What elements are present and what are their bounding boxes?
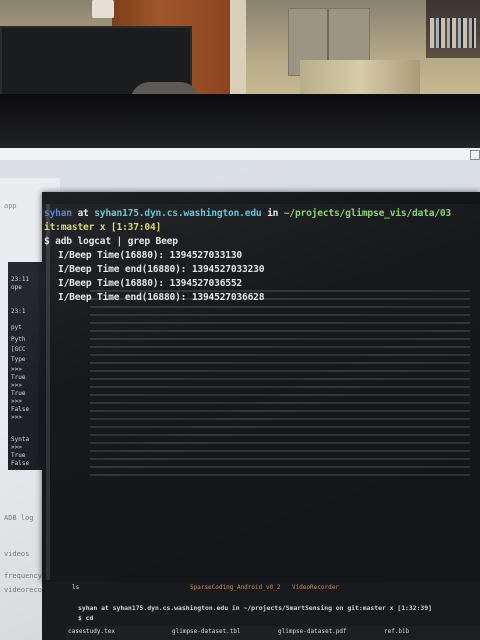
door-frame: [230, 0, 246, 96]
file-item[interactable]: glimpse-dataset.pdf: [278, 628, 347, 635]
bottom-prompt: syhan at syhan175.dyn.cs.washington.edu …: [78, 604, 432, 612]
side-terminal-line: 23:11: [11, 276, 30, 283]
prompt-line: syhan at syhan175.dyn.cs.washington.edu …: [44, 208, 451, 219]
terminal-tab-bar: ls SparseCoding_Android_v0_2 VideoRecord…: [70, 584, 480, 594]
bookshelf: [426, 0, 480, 58]
log-line: I/Beep Time end(16880): 1394527036628: [58, 292, 265, 303]
tab-sparsecoding[interactable]: SparseCoding_Android_v0_2: [190, 584, 280, 591]
side-terminal-line: Pyth: [11, 336, 26, 343]
doc-fragment: frequency: [4, 572, 42, 580]
side-terminal-line: >>>: [11, 398, 22, 405]
reflected-text: [90, 290, 470, 480]
window-control-icon[interactable]: [470, 150, 480, 160]
file-list: casestudy.tex glimpse-dataset.tbl glimps…: [66, 626, 480, 640]
side-terminal-line: False: [11, 406, 30, 413]
monitor-bezel: [0, 94, 480, 154]
side-terminal-line: [GCC: [11, 346, 26, 353]
side-terminal-line: >>>: [11, 468, 22, 475]
prompt-in: in: [267, 208, 279, 219]
side-terminal-line: False: [11, 460, 30, 467]
file-item[interactable]: casestudy.tex: [68, 628, 115, 635]
side-terminal-line: 23:1: [11, 308, 26, 315]
log-line: I/Beep Time(16880): 1394527033130: [58, 250, 243, 261]
doc-fragment: videorecor: [4, 586, 47, 594]
photo-scene: app ADB log videos frequency videorecor …: [0, 0, 480, 640]
side-terminal-line: Type: [11, 356, 26, 363]
side-terminal-line: True: [11, 374, 26, 381]
doc-fragment: videos: [4, 550, 30, 558]
terminal-scrollbar[interactable]: [46, 204, 50, 580]
side-terminal-line: >>>: [11, 366, 22, 373]
mug: [92, 0, 114, 18]
side-terminal-line: pyt: [11, 324, 22, 331]
desk-clutter: [300, 60, 420, 96]
prompt-at: at: [77, 208, 89, 219]
command-line: $ adb logcat | grep Beep: [44, 236, 178, 247]
terminal-titlebar[interactable]: [42, 192, 480, 204]
prompt-user: syhan: [44, 208, 72, 219]
log-line: I/Beep Time end(16880): 1394527033230: [58, 264, 265, 275]
menu-bar: [0, 148, 480, 160]
doc-fragment: app: [4, 202, 17, 210]
side-terminal-line: >>>: [11, 414, 22, 421]
tab-ls[interactable]: ls: [72, 584, 79, 591]
bottom-command: $ cd: [78, 614, 94, 622]
side-terminal-line: >>>: [11, 382, 22, 389]
prompt-path: ~/projects/glimpse_vis/data/03: [283, 208, 452, 219]
side-terminal-line: Synta: [11, 436, 30, 443]
side-terminal-line: >>>: [11, 444, 22, 451]
file-item[interactable]: glimpse-dataset.tbl: [172, 628, 241, 635]
tab-videorecorder[interactable]: VideoRecorder: [292, 584, 339, 591]
log-line: I/Beep Time(16880): 1394527036552: [58, 278, 243, 289]
side-terminal-line: ope: [11, 284, 22, 291]
side-terminal-line: True: [11, 452, 26, 459]
git-status-line: it:master x [1:37:04]: [44, 222, 162, 233]
doc-fragment: ADB log: [4, 514, 34, 522]
prompt-host: syhan175.dyn.cs.washington.edu: [94, 208, 262, 219]
side-terminal-line: True: [11, 390, 26, 397]
file-item[interactable]: ref.bib: [384, 628, 409, 635]
